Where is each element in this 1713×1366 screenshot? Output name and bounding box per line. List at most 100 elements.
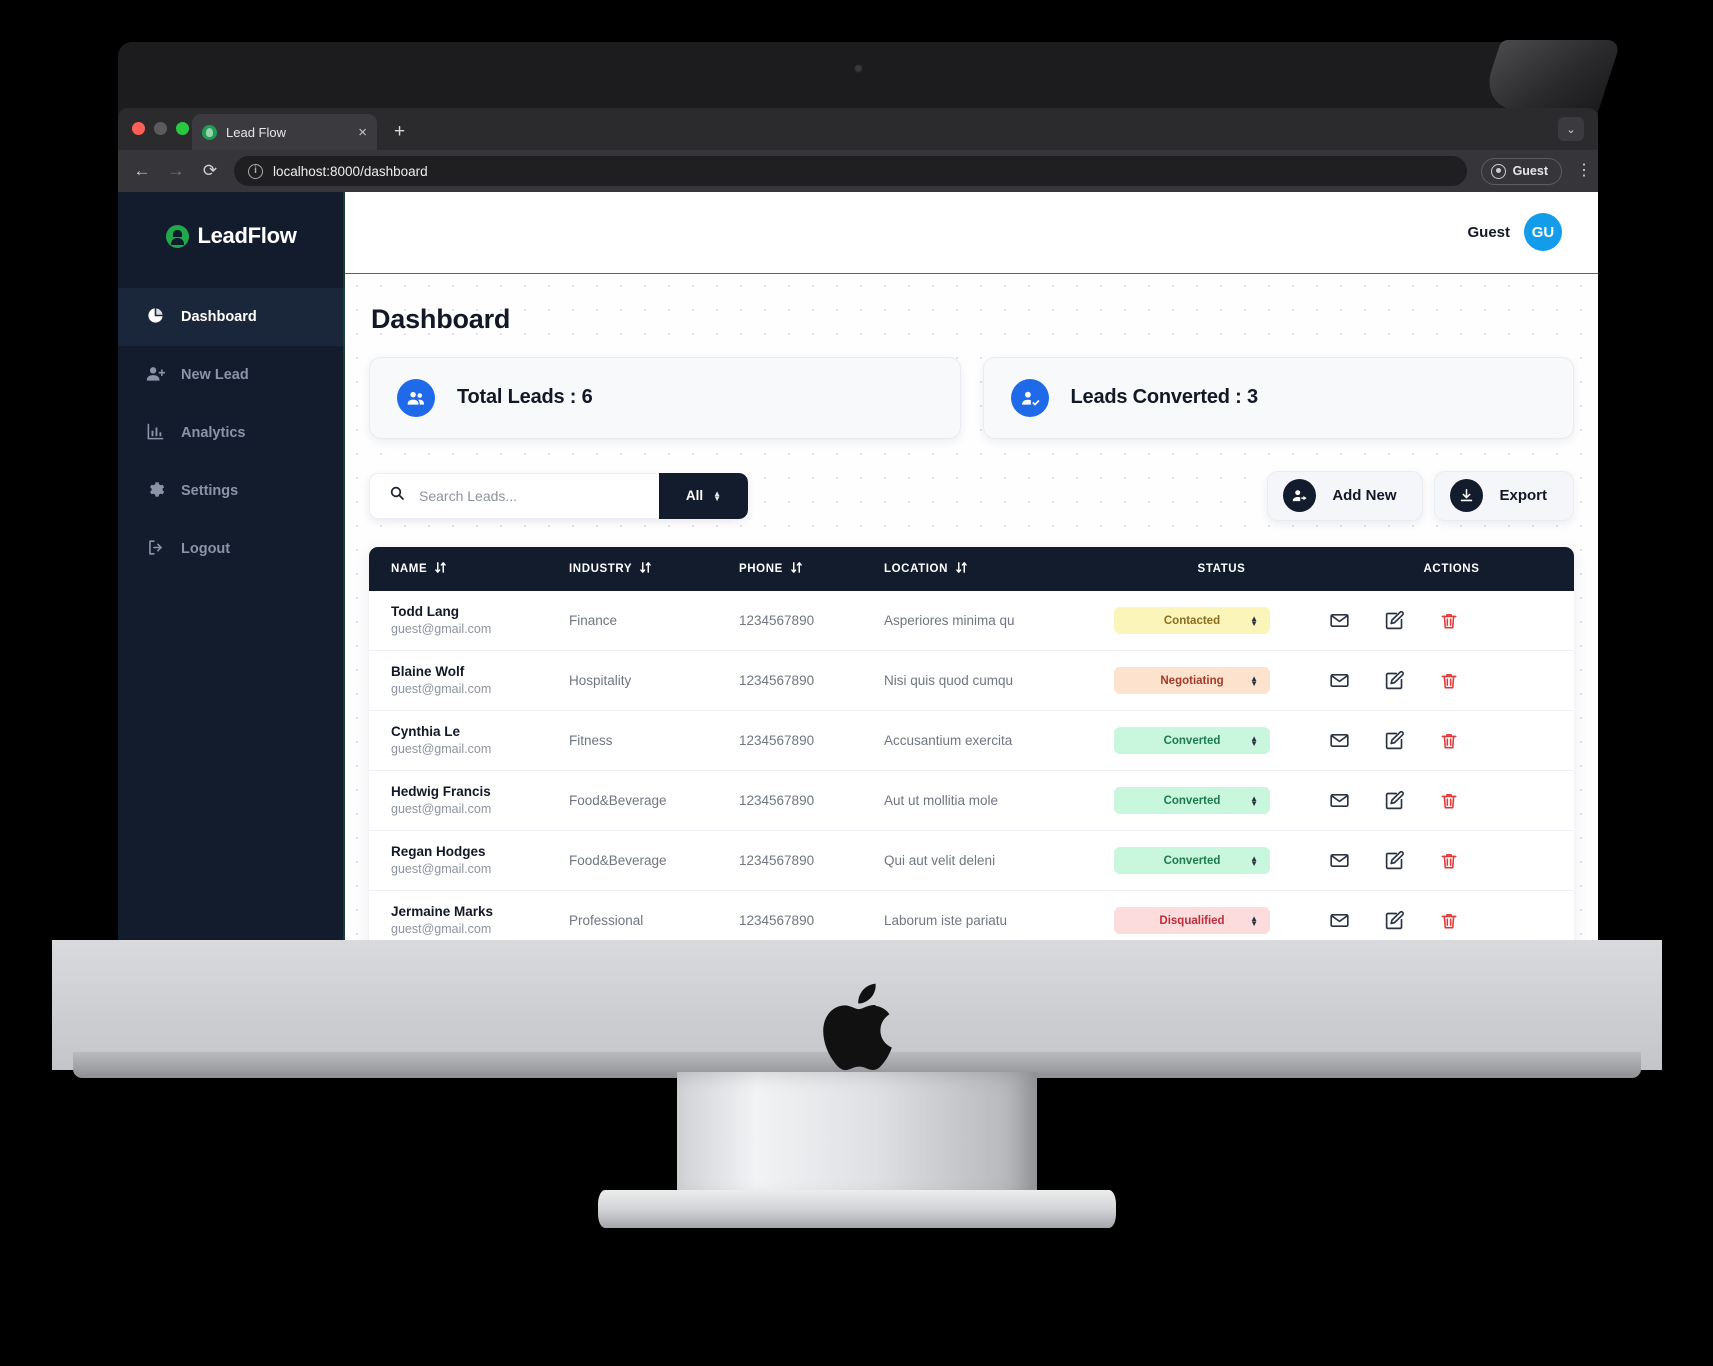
cell-name: Cynthia Le guest@gmail.com	[369, 710, 569, 772]
leads-table: NAME INDUSTRY PHONE LOCATION STATUS ACTI…	[369, 546, 1574, 947]
sidebar-item-dashboard[interactable]: Dashboard	[118, 288, 345, 346]
column-header-actions: ACTIONS	[1329, 546, 1574, 591]
sidebar: LeadFlow Dashboard New Lead Analytics Se…	[118, 192, 345, 947]
stat-cards: Total Leads : 6 Leads Converted : 3	[369, 356, 1574, 439]
email-icon[interactable]	[1329, 850, 1350, 871]
edit-icon[interactable]	[1384, 910, 1405, 931]
chevron-down-icon[interactable]: ⌄	[1558, 117, 1584, 141]
edit-icon[interactable]	[1384, 850, 1405, 871]
sort-icon[interactable]	[435, 561, 447, 577]
row-actions	[1329, 910, 1574, 931]
sort-icon[interactable]	[640, 561, 651, 577]
site-info-icon[interactable]: i	[248, 163, 263, 179]
search-input[interactable]: Search Leads...	[369, 472, 659, 519]
status-label: Converted	[1163, 854, 1221, 867]
cell-phone: 1234567890	[739, 710, 884, 772]
sort-icon[interactable]	[791, 561, 802, 577]
table-row[interactable]: Regan Hodges guest@gmail.com Food&Bevera…	[369, 830, 1574, 892]
column-header-name[interactable]: NAME	[369, 546, 569, 591]
cell-actions	[1329, 650, 1574, 712]
status-badge[interactable]: Disqualified ▲ ▼	[1114, 907, 1270, 935]
status-filter-select[interactable]: All ▲ ▼	[659, 472, 748, 519]
delete-icon[interactable]	[1439, 731, 1459, 751]
row-actions	[1329, 790, 1574, 811]
topbar: Guest GU	[345, 192, 1598, 274]
table-body: Todd Lang guest@gmail.com Finance 123456…	[369, 590, 1574, 947]
forward-button[interactable]: →	[166, 161, 186, 181]
content-area: Dashboard Total Leads : 6 Leads Converte…	[345, 273, 1598, 947]
cell-industry: Professional	[569, 890, 739, 947]
table-row[interactable]: Blaine Wolf guest@gmail.com Hospitality …	[369, 650, 1574, 712]
back-button[interactable]: ←	[132, 161, 152, 181]
status-badge[interactable]: Converted ▲ ▼	[1114, 727, 1270, 755]
status-badge[interactable]: Converted ▲ ▼	[1114, 847, 1270, 875]
logout-icon	[146, 538, 165, 561]
lead-name: Cynthia Le	[391, 723, 461, 739]
favicon-icon	[202, 124, 217, 140]
table-row[interactable]: Todd Lang guest@gmail.com Finance 123456…	[369, 590, 1574, 652]
users-icon	[397, 378, 435, 417]
column-header-phone[interactable]: PHONE	[739, 546, 884, 591]
avatar[interactable]: GU	[1524, 213, 1562, 252]
chevron-updown-icon: ▲ ▼	[1250, 853, 1258, 868]
table-row[interactable]: Hedwig Francis guest@gmail.com Food&Beve…	[369, 770, 1574, 832]
status-badge[interactable]: Converted ▲ ▼	[1114, 787, 1270, 815]
browser-menu-icon[interactable]: ⋮	[1576, 163, 1592, 179]
cell-status: Contacted ▲ ▼	[1114, 590, 1329, 652]
reload-button[interactable]: ⟳	[200, 161, 220, 181]
delete-icon[interactable]	[1439, 671, 1459, 691]
row-actions	[1329, 670, 1574, 691]
edit-icon[interactable]	[1384, 670, 1405, 691]
sort-icon[interactable]	[956, 561, 967, 577]
chevron-updown-icon: ▲ ▼	[1250, 793, 1258, 808]
column-label: STATUS	[1197, 563, 1246, 576]
cell-location: Accusantium exercita	[884, 710, 1114, 772]
email-icon[interactable]	[1329, 910, 1350, 931]
window-controls[interactable]	[132, 122, 189, 135]
column-header-location[interactable]: LOCATION	[884, 546, 1114, 591]
apple-logo-icon	[818, 980, 896, 1080]
email-icon[interactable]	[1329, 670, 1350, 691]
delete-icon[interactable]	[1439, 911, 1459, 931]
cell-location: Qui aut velit deleni	[884, 830, 1114, 892]
edit-icon[interactable]	[1384, 610, 1405, 631]
email-icon[interactable]	[1329, 790, 1350, 811]
profile-button[interactable]: Guest	[1480, 157, 1562, 185]
table-row[interactable]: Jermaine Marks guest@gmail.com Professio…	[369, 890, 1574, 947]
stat-card-total-leads: Total Leads : 6	[369, 356, 961, 439]
url-text: localhost:8000/dashboard	[273, 163, 428, 179]
status-badge[interactable]: Negotiating ▲ ▼	[1114, 667, 1270, 695]
delete-icon[interactable]	[1439, 791, 1459, 811]
delete-icon[interactable]	[1439, 611, 1459, 631]
edit-icon[interactable]	[1384, 730, 1405, 751]
sidebar-item-analytics[interactable]: Analytics	[118, 404, 345, 462]
cell-status: Converted ▲ ▼	[1114, 710, 1329, 772]
new-tab-button[interactable]: +	[394, 122, 405, 141]
email-icon[interactable]	[1329, 610, 1350, 631]
brand-logo: LeadFlow	[118, 192, 345, 280]
maximize-window-button[interactable]	[176, 122, 189, 135]
sidebar-item-new-lead[interactable]: New Lead	[118, 346, 345, 404]
status-label: Negotiating	[1160, 674, 1224, 687]
status-badge[interactable]: Contacted ▲ ▼	[1114, 607, 1270, 634]
column-header-industry[interactable]: INDUSTRY	[569, 546, 739, 591]
table-row[interactable]: Cynthia Le guest@gmail.com Fitness 12345…	[369, 710, 1574, 772]
browser-window: Lead Flow × + ⌄ ← → ⟳ i localhost:8000/d…	[118, 108, 1598, 947]
page-title: Dashboard	[371, 303, 511, 334]
browser-tabbar: Lead Flow × + ⌄	[118, 108, 1598, 150]
export-button[interactable]: Export	[1434, 470, 1574, 521]
close-tab-icon[interactable]: ×	[358, 125, 367, 140]
minimize-window-button[interactable]	[154, 122, 167, 135]
sidebar-item-logout[interactable]: Logout	[118, 520, 345, 578]
edit-icon[interactable]	[1384, 790, 1405, 811]
browser-tab[interactable]: Lead Flow ×	[192, 114, 377, 150]
add-new-button[interactable]: Add New	[1267, 470, 1424, 521]
column-label: INDUSTRY	[569, 563, 633, 576]
cell-location: Laborum iste pariatu	[884, 890, 1114, 947]
email-icon[interactable]	[1329, 730, 1350, 751]
close-window-button[interactable]	[132, 122, 145, 135]
lead-email: guest@gmail.com	[391, 621, 492, 636]
sidebar-item-settings[interactable]: Settings	[118, 462, 345, 520]
address-bar[interactable]: i localhost:8000/dashboard	[234, 156, 1467, 186]
delete-icon[interactable]	[1439, 851, 1459, 871]
